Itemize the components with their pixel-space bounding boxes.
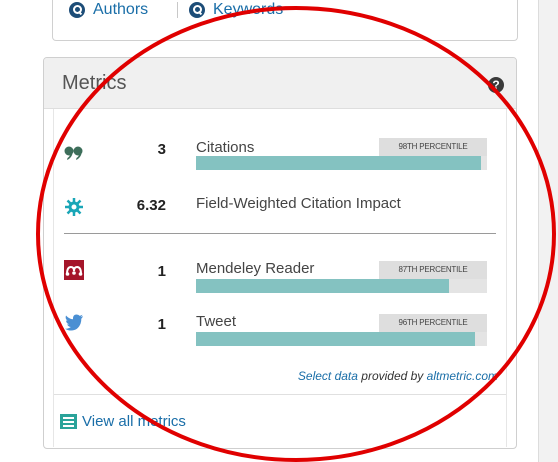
search-keywords-label: Keywords bbox=[213, 1, 284, 18]
metric-row-citations: 3 Citations 98TH PERCENTILE bbox=[54, 138, 506, 181]
citations-percentile-bar bbox=[196, 156, 487, 170]
metric-row-fwci: 6.32 Field-Weighted Citation Impact bbox=[54, 193, 506, 233]
citations-label[interactable]: Citations bbox=[196, 139, 254, 156]
metric-row-mendeley: 1 Mendeley Reader 87TH PERCENTILE bbox=[54, 259, 506, 299]
metrics-header: Metrics ? bbox=[44, 58, 516, 109]
search-keywords-link[interactable]: Keywords bbox=[189, 0, 283, 20]
tweet-percentile-bar bbox=[196, 332, 487, 346]
citations-count: 3 bbox=[157, 141, 166, 158]
search-authors-link[interactable]: Authors bbox=[69, 0, 148, 20]
metric-row-tweet: 1 Tweet 96TH PERCENTILE bbox=[54, 312, 506, 352]
search-icon bbox=[189, 2, 205, 18]
fwci-icon bbox=[65, 198, 83, 216]
altmetric-link[interactable]: altmetric.com bbox=[427, 369, 498, 383]
mendeley-count: 1 bbox=[157, 263, 166, 280]
fwci-value: 6.32 bbox=[136, 197, 166, 214]
mendeley-label[interactable]: Mendeley Reader bbox=[196, 260, 314, 277]
citations-bar-fill bbox=[196, 156, 482, 170]
search-related-panel: Authors Keywords bbox=[52, 0, 518, 41]
tweet-label[interactable]: Tweet bbox=[196, 313, 236, 330]
mendeley-icon bbox=[64, 260, 84, 280]
select-data-link[interactable]: Select data bbox=[298, 369, 358, 383]
link-separator bbox=[177, 2, 178, 18]
mendeley-bar-fill bbox=[196, 279, 450, 293]
page-scroll-gutter bbox=[538, 0, 558, 462]
mendeley-percentile-bar bbox=[196, 279, 487, 293]
view-all-section: View all metrics bbox=[54, 394, 506, 448]
tweet-bar-fill bbox=[196, 332, 476, 346]
citations-percentile-badge: 98TH PERCENTILE bbox=[379, 138, 487, 156]
document-list-icon bbox=[60, 414, 77, 429]
view-all-metrics-link[interactable]: View all metrics bbox=[60, 413, 186, 430]
tweet-percentile-badge: 96TH PERCENTILE bbox=[379, 314, 487, 332]
search-icon bbox=[69, 2, 85, 18]
fwci-label[interactable]: Field-Weighted Citation Impact bbox=[196, 195, 401, 212]
mendeley-percentile-badge: 87TH PERCENTILE bbox=[379, 261, 487, 279]
quote-icon bbox=[64, 146, 83, 160]
metrics-title: Metrics bbox=[62, 72, 127, 94]
help-icon[interactable]: ? bbox=[488, 77, 504, 93]
metrics-body: 3 Citations 98TH PERCENTILE 6.32 Field-W… bbox=[53, 109, 507, 448]
metrics-divider bbox=[64, 233, 496, 234]
search-authors-label: Authors bbox=[93, 1, 149, 18]
attribution-text: provided by bbox=[357, 369, 427, 383]
view-all-metrics-label: View all metrics bbox=[82, 413, 186, 430]
metrics-panel: Metrics ? 3 Citations 98TH PERCENTILE 6.… bbox=[43, 57, 517, 449]
twitter-icon bbox=[65, 314, 83, 331]
tweet-count: 1 bbox=[157, 316, 166, 333]
data-attribution: Select data provided by altmetric.com bbox=[298, 369, 498, 383]
